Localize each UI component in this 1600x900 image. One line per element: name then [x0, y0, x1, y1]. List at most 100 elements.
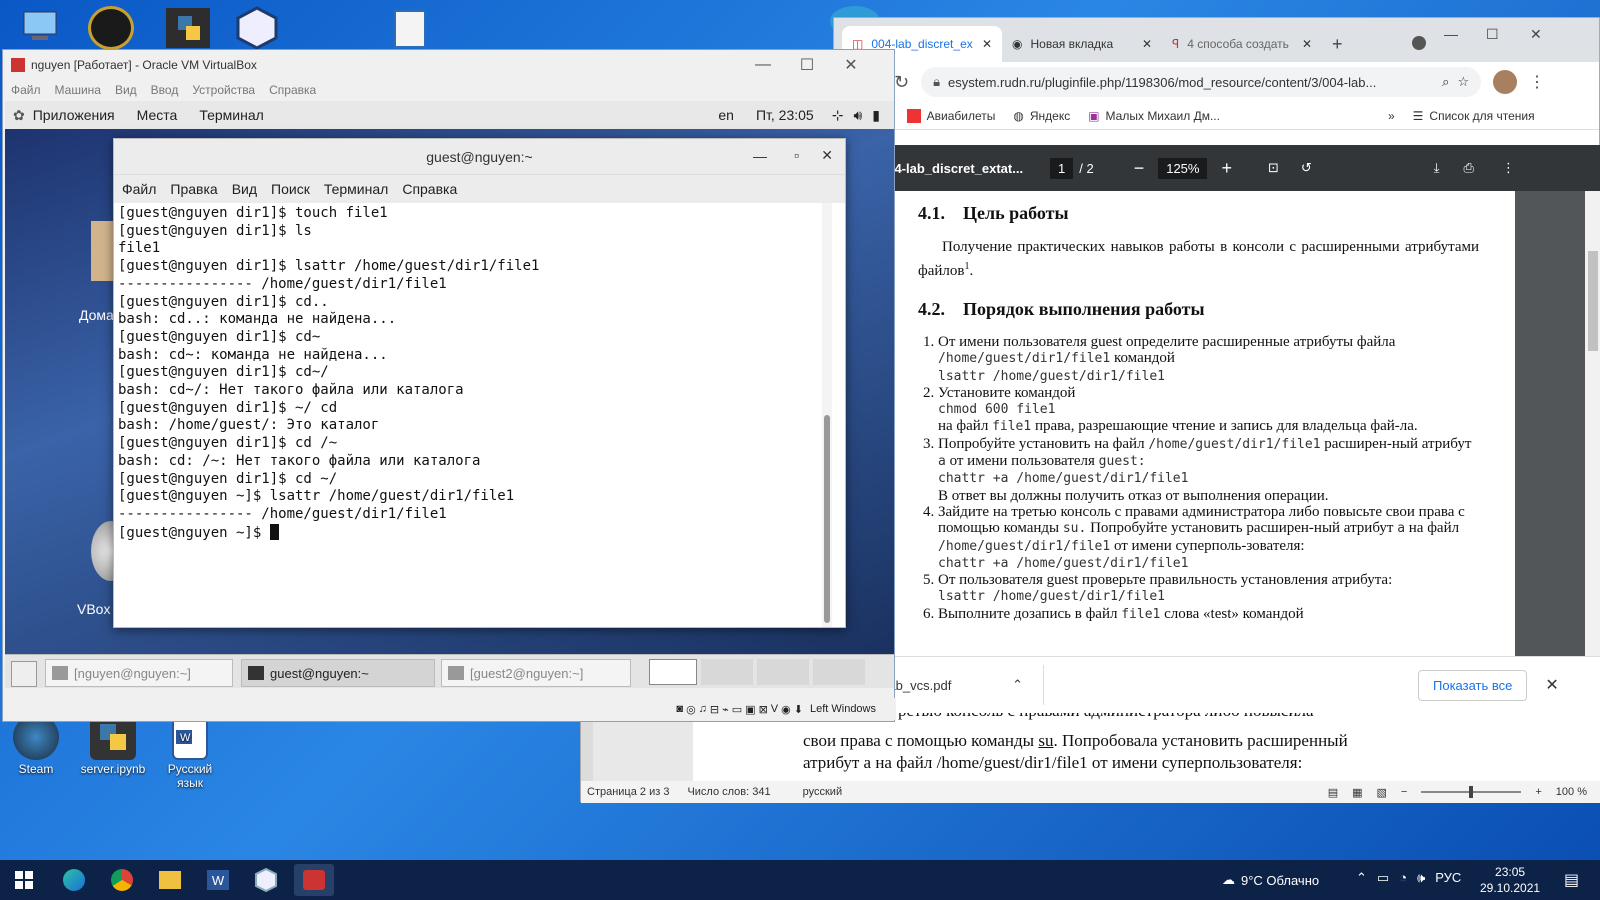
- workspace-2[interactable]: [701, 659, 753, 685]
- menu-file[interactable]: Файл: [11, 83, 41, 97]
- python-app-icon[interactable]: [166, 8, 210, 48]
- computer-icon[interactable]: [20, 8, 66, 48]
- vm-taskbar-icon[interactable]: [294, 864, 334, 896]
- tab-search-icon[interactable]: [1412, 36, 1426, 50]
- page-count[interactable]: Страница 2 из 3: [587, 786, 669, 798]
- taskbar-terminal-guest[interactable]: guest@nguyen:~: [241, 659, 435, 687]
- notifications-icon[interactable]: ▤: [1564, 870, 1579, 890]
- zoom-slider[interactable]: [1421, 786, 1522, 798]
- zoom-level[interactable]: 100 %: [1556, 786, 1587, 798]
- minimize-icon[interactable]: —: [1444, 26, 1458, 42]
- profile-avatar[interactable]: [1493, 70, 1518, 94]
- usb-icon[interactable]: ⌁: [722, 703, 729, 716]
- bookmark-item[interactable]: ◍ Яндекс: [1013, 109, 1070, 123]
- chrome-icon[interactable]: [102, 864, 142, 896]
- shared-folder-icon[interactable]: ▭: [732, 703, 742, 716]
- menu-help[interactable]: Справка: [269, 83, 316, 97]
- volume-icon[interactable]: 🔊︎: [853, 107, 862, 124]
- file-explorer-icon[interactable]: [150, 864, 190, 896]
- fit-page-icon[interactable]: ⊡: [1268, 160, 1279, 176]
- url-bar[interactable]: 🔒︎ esystem.rudn.ru/pluginfile.php/119830…: [921, 67, 1482, 97]
- url-text[interactable]: esystem.rudn.ru/pluginfile.php/1198306/m…: [948, 75, 1376, 90]
- network-icon[interactable]: ⊟: [710, 703, 719, 716]
- menu-help[interactable]: Справка: [402, 181, 457, 197]
- virtualbox-icon[interactable]: [236, 6, 278, 50]
- bookmarks-overflow-icon[interactable]: »: [1388, 109, 1395, 123]
- download-item[interactable]: 2-lab_vcs.pdf ⌃: [874, 665, 1044, 705]
- print-icon[interactable]: ⎙: [1464, 160, 1474, 176]
- menu-input[interactable]: Ввод: [151, 83, 179, 97]
- menu-view[interactable]: Вид: [115, 83, 137, 97]
- zoom-out-button[interactable]: −: [1401, 786, 1407, 798]
- menu-devices[interactable]: Устройства: [192, 83, 255, 97]
- read-mode-icon[interactable]: ▤: [1328, 786, 1338, 799]
- chevron-up-icon[interactable]: ⌃: [1356, 870, 1367, 886]
- maximize-icon[interactable]: ☐: [1486, 26, 1499, 43]
- workspace-4[interactable]: [813, 659, 865, 685]
- input-language[interactable]: РУС: [1435, 870, 1461, 886]
- close-icon[interactable]: ✕: [982, 37, 992, 51]
- terminal-scrollbar[interactable]: [822, 203, 832, 627]
- download-icon[interactable]: ⤓: [1434, 160, 1440, 176]
- show-desktop-icon[interactable]: [11, 661, 37, 687]
- edge-icon[interactable]: [54, 864, 94, 896]
- close-icon[interactable]: ✕: [1142, 37, 1152, 51]
- recording-icon[interactable]: ⊠: [759, 703, 768, 716]
- places-menu[interactable]: Места: [137, 107, 178, 123]
- scroll-thumb[interactable]: [824, 415, 830, 623]
- terminal-menu[interactable]: Терминал: [199, 107, 263, 123]
- clock[interactable]: Пт, 23:05: [756, 107, 814, 123]
- wifi-icon[interactable]: ◔: [1399, 870, 1407, 886]
- network-icon[interactable]: ⊹: [832, 107, 844, 124]
- web-layout-icon[interactable]: ▧: [1377, 786, 1387, 799]
- pdf-page-input[interactable]: 1: [1050, 157, 1074, 179]
- maximize-icon[interactable]: ▫: [794, 147, 799, 163]
- workspace-3[interactable]: [757, 659, 809, 685]
- show-all-downloads-button[interactable]: Показать все: [1418, 669, 1528, 701]
- reading-list[interactable]: ☰ Список для чтения: [1413, 109, 1535, 123]
- chevron-up-icon[interactable]: ⌃: [1012, 677, 1023, 693]
- close-download-bar-icon[interactable]: ✕: [1545, 675, 1558, 695]
- taskbar-terminal-nguyen[interactable]: [nguyen@nguyen:~]: [45, 659, 233, 687]
- reload-icon[interactable]: ↻: [894, 72, 909, 93]
- word-icon[interactable]: W: [198, 864, 238, 896]
- menu-search[interactable]: Поиск: [271, 181, 310, 197]
- volume-icon[interactable]: 🕪︎: [1417, 870, 1425, 886]
- word-count[interactable]: Число слов: 341: [687, 786, 770, 798]
- taskbar-terminal-guest2[interactable]: [guest2@nguyen:~]: [441, 659, 631, 687]
- maximize-icon[interactable]: ☐: [785, 50, 829, 80]
- pdf-viewer[interactable]: 4.1. Цель работы Получение практических …: [834, 191, 1600, 656]
- desktop-icon-server-ipynb[interactable]: server.ipynb: [78, 714, 148, 776]
- star-icon[interactable]: ☆: [1457, 74, 1469, 90]
- audio-icon[interactable]: ♫: [699, 703, 707, 715]
- menu-file[interactable]: Файл: [122, 181, 156, 197]
- desktop-icon-russian[interactable]: W Русский язык: [155, 714, 225, 790]
- cpu-icon[interactable]: ◉: [781, 703, 791, 716]
- document-icon[interactable]: [394, 10, 426, 48]
- weather-widget[interactable]: ☁ 9°C Облачно: [1222, 872, 1319, 888]
- zoom-icon[interactable]: ⌕: [1442, 74, 1449, 90]
- rotate-icon[interactable]: ↺: [1301, 160, 1312, 176]
- clock[interactable]: 23:05 29.10.2021: [1480, 864, 1540, 896]
- menu-view[interactable]: Вид: [232, 181, 257, 197]
- terminal-window[interactable]: guest@nguyen:~ — ▫ ✕ Файл Правка Вид Пои…: [113, 138, 846, 628]
- pdf-scrollbar[interactable]: [1585, 191, 1600, 656]
- tab-article[interactable]: ꟼ 4 способа создать ✕: [1162, 26, 1322, 62]
- scroll-thumb[interactable]: [1588, 251, 1598, 351]
- mouse-icon[interactable]: ⬇: [794, 703, 803, 716]
- zoom-in-icon[interactable]: +: [1221, 158, 1232, 179]
- optical-icon[interactable]: ◎: [686, 703, 696, 716]
- zoom-in-button[interactable]: +: [1535, 786, 1541, 798]
- vbox-icon[interactable]: V: [771, 703, 778, 715]
- terminal-output[interactable]: [guest@nguyen dir1]$ touch file1 [guest@…: [114, 203, 845, 544]
- pdf-zoom-input[interactable]: 125%: [1158, 157, 1208, 179]
- more-icon[interactable]: ⋮: [1502, 160, 1515, 176]
- print-layout-icon[interactable]: ▦: [1352, 786, 1362, 799]
- virtualbox-taskbar-icon[interactable]: [246, 864, 286, 896]
- workspace-1[interactable]: [649, 659, 697, 685]
- game-icon[interactable]: [88, 6, 134, 50]
- language[interactable]: русский: [803, 786, 842, 798]
- applications-menu[interactable]: Приложения: [33, 107, 115, 123]
- battery-icon[interactable]: ▮: [872, 107, 880, 124]
- zoom-out-icon[interactable]: −: [1134, 158, 1145, 179]
